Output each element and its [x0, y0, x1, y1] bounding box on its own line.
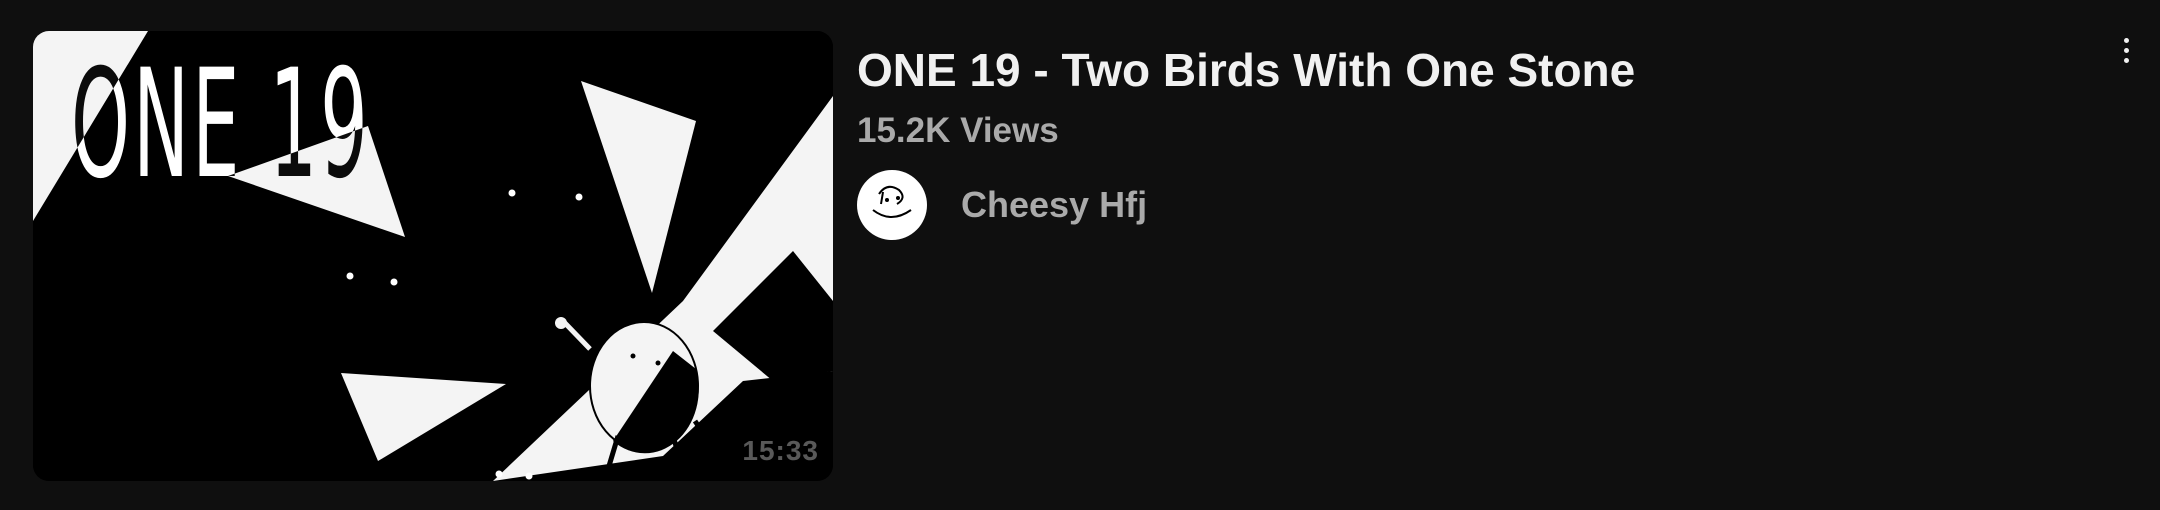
channel-row[interactable]: Cheesy Hfj: [857, 170, 2057, 240]
thumbnail-star: [525, 472, 533, 480]
more-vert-icon: [2123, 57, 2129, 63]
more-vert-icon: [2123, 37, 2129, 43]
thumbnail-star: [346, 272, 354, 280]
more-options-button[interactable]: [2112, 30, 2140, 70]
avatar-doodle-icon: [858, 171, 926, 239]
video-title[interactable]: ONE 19 - Two Birds With One Stone: [857, 38, 2057, 102]
thumbnail-star: [575, 193, 583, 201]
view-count: 15.2K Views: [857, 111, 1059, 150]
video-card: ONE 19 15:33 ONE 19 - Two Birds With One…: [0, 0, 2160, 510]
video-thumbnail[interactable]: ONE 19 15:33: [33, 31, 833, 481]
more-vert-icon: [2123, 47, 2129, 53]
thumbnail-star: [495, 470, 503, 478]
thumbnail-logo-text: ONE 19: [71, 38, 371, 212]
channel-name[interactable]: Cheesy Hfj: [961, 184, 1147, 226]
duration-badge: 15:33: [742, 435, 819, 466]
thumbnail-star: [390, 278, 398, 286]
video-info: ONE 19 - Two Birds With One Stone 15.2K …: [857, 38, 2057, 240]
channel-avatar[interactable]: [857, 170, 927, 240]
thumbnail-star: [508, 189, 516, 197]
